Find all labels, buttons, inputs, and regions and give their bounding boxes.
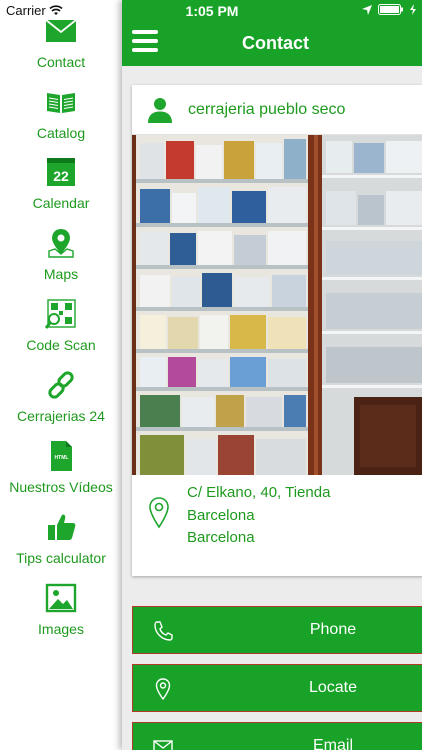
html-badge: HTML xyxy=(55,455,69,461)
calendar-day: 22 xyxy=(53,168,69,184)
page-title: Contact xyxy=(242,33,309,53)
image-icon xyxy=(44,581,78,615)
chain-link-icon xyxy=(44,368,78,402)
main-panel: 1:05 PM Contact cerrajeria pueblo seco C… xyxy=(122,0,422,750)
sidebar-item-calendar[interactable]: 22 Calendar xyxy=(0,155,122,221)
sidebar-item-label: Nuestros Vídeos xyxy=(9,479,113,495)
email-button-label: Email xyxy=(312,737,353,750)
person-icon xyxy=(148,97,172,123)
status-time: 1:05 PM xyxy=(185,3,239,19)
video-file-icon: HTML xyxy=(44,439,78,473)
phone-icon xyxy=(154,621,173,641)
sidebar-item-code-scan[interactable]: Code Scan xyxy=(0,297,122,363)
card-header: cerrajeria pueblo seco xyxy=(132,85,422,135)
sidebar-item-label: Tips calculator xyxy=(16,550,106,566)
sidebar-item-label: Images xyxy=(38,621,84,637)
menu-button[interactable] xyxy=(132,30,158,52)
battery-icon xyxy=(378,4,403,15)
address-block: C/ Elkano, 40, Tienda Barcelona Barcelon… xyxy=(132,475,422,575)
business-name: cerrajeria pueblo seco xyxy=(188,100,346,118)
sidebar-item-catalog[interactable]: Catalog xyxy=(0,85,122,151)
sidebar-item-cerrajerias-24[interactable]: Cerrajerias 24 xyxy=(0,368,122,434)
address-line-region: Barcelona xyxy=(187,529,255,546)
phone-button[interactable]: Phone xyxy=(132,606,422,654)
sidebar-item-tips-calculator[interactable]: Tips calculator xyxy=(0,510,122,576)
location-arrow-icon xyxy=(362,4,372,15)
navigation-bar: 1:05 PM Contact xyxy=(122,0,422,66)
side-menu: Carrier Contact Catalog 22 Calendar Maps… xyxy=(0,0,122,750)
contact-card: cerrajeria pueblo seco C/ Elkano, 40, Ti… xyxy=(132,85,422,576)
sidebar-item-label: Maps xyxy=(43,266,79,282)
open-book-icon xyxy=(44,85,78,119)
sidebar-item-contact[interactable]: Contact xyxy=(0,14,122,80)
locate-button[interactable]: Locate xyxy=(132,664,422,712)
thumbs-up-icon xyxy=(44,510,78,544)
locate-button-label: Locate xyxy=(308,679,358,696)
app-root: Carrier Contact Catalog 22 Calendar Maps… xyxy=(0,0,422,750)
charging-icon xyxy=(410,4,416,15)
envelope-icon xyxy=(44,14,78,48)
address-line-city: Barcelona xyxy=(187,507,255,524)
email-button[interactable]: Email xyxy=(132,722,422,750)
sidebar-item-label: Code Scan xyxy=(26,337,96,353)
sidebar-item-label: Catalog xyxy=(36,125,86,141)
email-icon xyxy=(153,740,173,750)
location-pin-icon xyxy=(155,678,171,700)
location-pin-icon xyxy=(149,497,169,529)
store-photo xyxy=(132,135,422,475)
sidebar-item-label: Contact xyxy=(36,54,86,70)
address-line-street: C/ Elkano, 40, Tienda xyxy=(187,484,331,501)
sidebar-item-images[interactable]: Images xyxy=(0,581,122,647)
phone-button-label: Phone xyxy=(309,621,357,638)
sidebar-item-label: Cerrajerias 24 xyxy=(17,408,105,424)
status-indicators xyxy=(362,4,416,15)
sidebar-item-label: Calendar xyxy=(32,195,90,211)
calendar-icon: 22 xyxy=(44,155,78,189)
store-shelves-image xyxy=(132,135,422,475)
sidebar-item-nuestros-videos[interactable]: HTML Nuestros Vídeos xyxy=(0,439,122,505)
map-pin-icon xyxy=(44,226,78,260)
qr-scan-icon xyxy=(44,297,78,331)
sidebar-item-maps[interactable]: Maps xyxy=(0,226,122,292)
